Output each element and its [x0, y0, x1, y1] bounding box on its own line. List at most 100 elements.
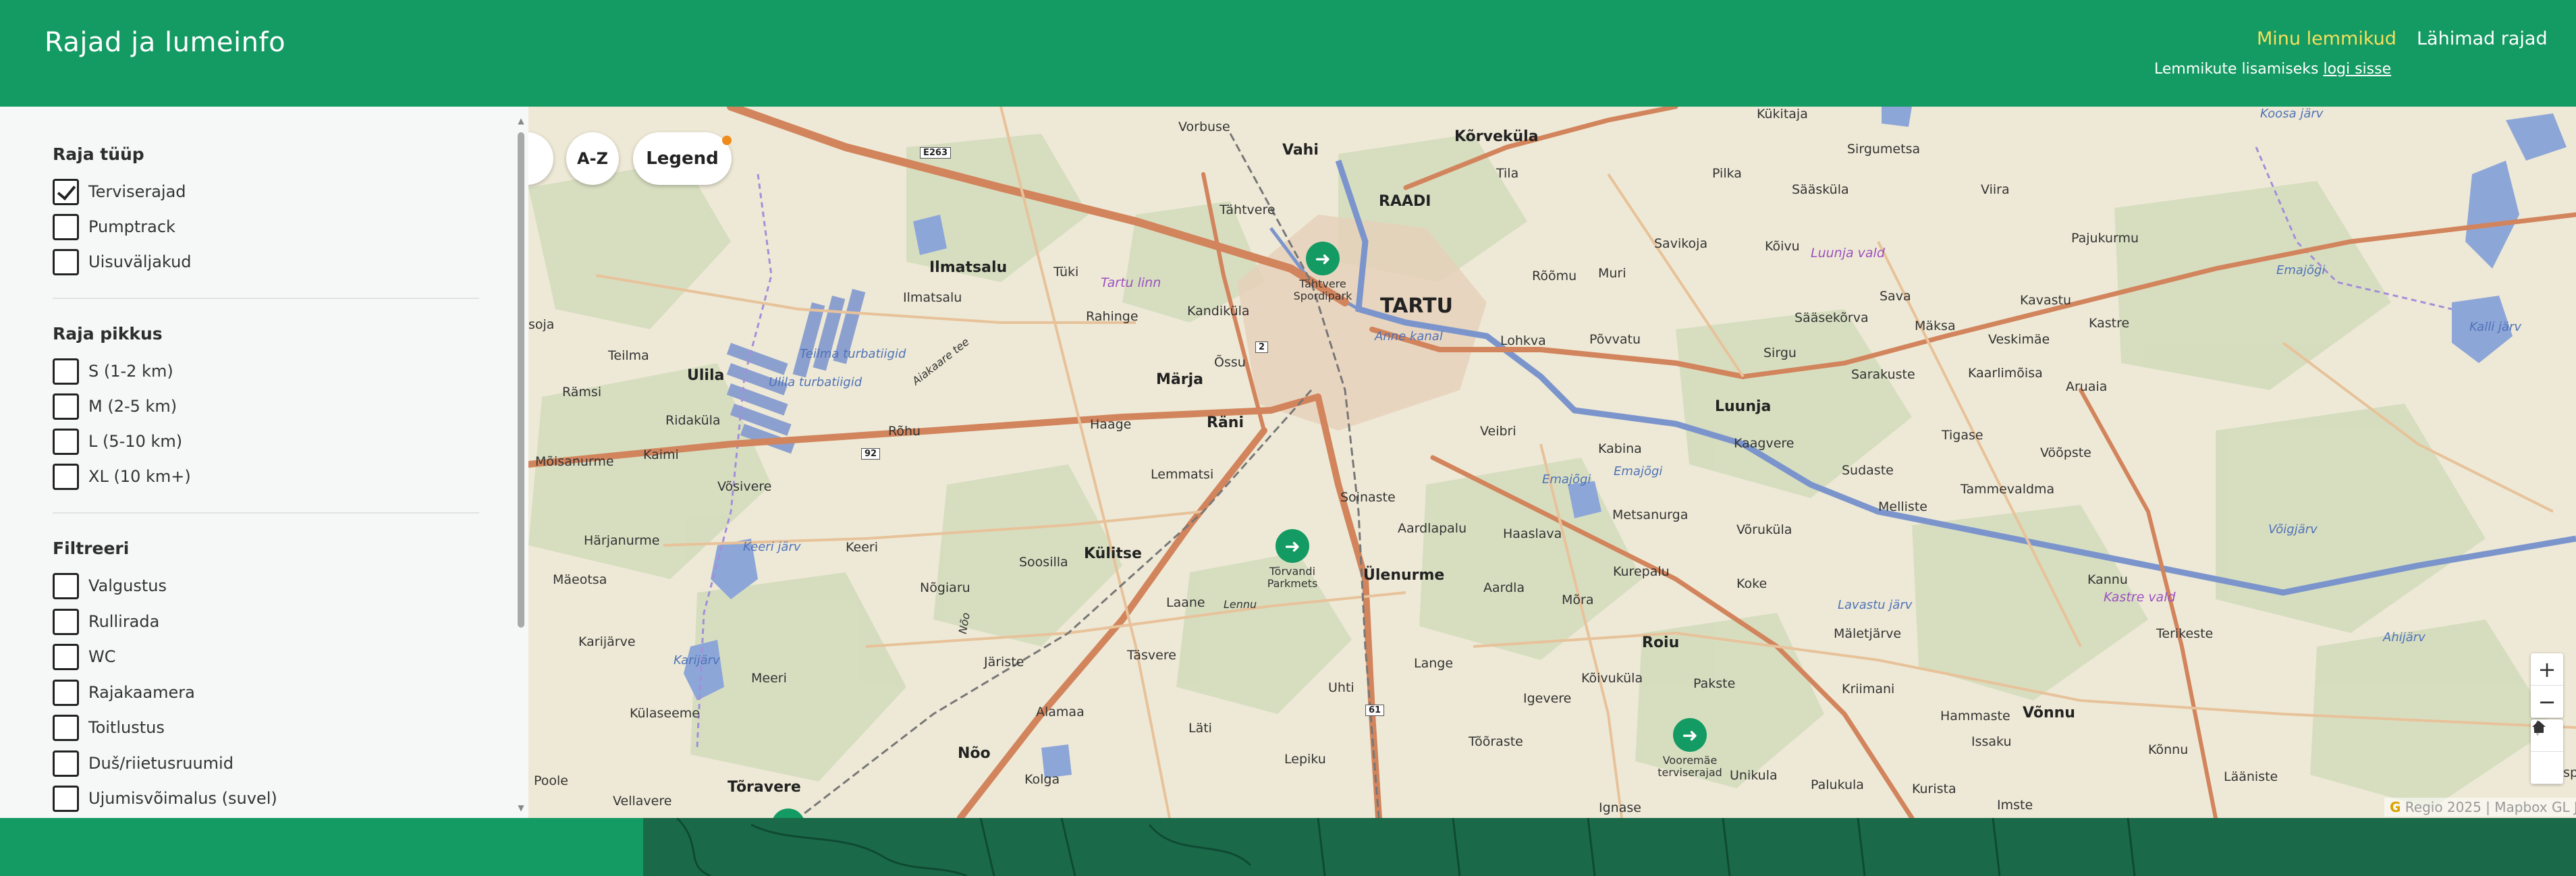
site-title[interactable]: Rajad ja lumeinfo	[45, 27, 285, 58]
checkbox[interactable]	[53, 750, 79, 777]
map-label-metsanurga: Metsanurga	[1612, 508, 1689, 522]
map-label-sarakuste: Sarakuste	[1851, 367, 1915, 382]
filter-option-wc[interactable]: WC	[53, 643, 116, 670]
scroll-up-arrow-icon[interactable]: ▲	[516, 116, 526, 126]
trail-marker-torvandi[interactable]: ➜	[1276, 529, 1309, 563]
checkbox[interactable]	[53, 248, 79, 275]
filter-option-label: Duš/riietusruumid	[88, 754, 234, 773]
road-shield-92: 92	[861, 448, 881, 460]
map-label-hammaste: Hammaste	[1940, 709, 2010, 723]
map-label-ulenurme: Ülenurme	[1363, 567, 1445, 584]
map-label-aardla: Aardla	[1483, 580, 1525, 595]
checkbox[interactable]	[53, 679, 79, 706]
filter-option-length-m[interactable]: M (2-5 km)	[53, 393, 177, 420]
map-label-kurepalu: Kurepalu	[1613, 564, 1670, 579]
map-label-karijarve: Karijärve	[578, 634, 636, 649]
nav-my-favorites[interactable]: Minu lemmikud	[2257, 28, 2396, 49]
nav-nearby-trails[interactable]: Lähimad rajad	[2417, 28, 2548, 49]
map-label-aruaia: Aruaia	[2066, 379, 2108, 394]
map-label-teilma: Teilma	[608, 348, 649, 363]
map-label-rani: Räni	[1207, 414, 1244, 431]
map-label-ramsi: Rämsi	[562, 385, 602, 400]
road-shield-2: 2	[1255, 341, 1269, 353]
regio-logo-icon: G	[2390, 799, 2401, 815]
map-label-imste: Imste	[1997, 798, 2033, 813]
filter-sidebar-content: Raja tüüp Terviserajad Pumptrack Uisuväl…	[53, 107, 479, 818]
map-label-kulaseeme: Külaseeme	[630, 706, 700, 721]
map-label-kabina: Kabina	[1598, 441, 1642, 456]
map-label-kurista: Kurista	[1912, 782, 1956, 796]
checkbox[interactable]	[53, 608, 79, 635]
map-label-toravere: Tõravere	[728, 779, 801, 796]
map-label-veskimae: Veskimäe	[1988, 332, 2050, 347]
bottom-map-preview	[643, 818, 2576, 876]
checkbox-checked[interactable]	[53, 178, 79, 205]
map-label-koosa-jarv: Koosa järv	[2260, 107, 2324, 121]
map-label-tila: Tila	[1496, 166, 1519, 181]
map-label-vosivere: Võsivere	[717, 479, 772, 494]
map-label-tigase: Tigase	[1942, 428, 1983, 443]
map-label-melliste: Melliste	[1878, 499, 1927, 514]
map-label-laaniste: Lääniste	[2224, 769, 2278, 784]
map-label-kastre-vald: Kastre vald	[2104, 590, 2176, 605]
filter-option-valgustus[interactable]: Valgustus	[53, 572, 167, 599]
checkbox[interactable]	[53, 393, 79, 420]
filter-option-length-s[interactable]: S (1-2 km)	[53, 358, 173, 385]
checkbox[interactable]	[53, 213, 79, 240]
map-label-ossu: Õssu	[1214, 355, 1246, 370]
map-label-kalli-jarv: Kalli järv	[2469, 320, 2522, 334]
legend-button[interactable]: Legend	[633, 132, 732, 185]
home-button[interactable]	[2531, 721, 2563, 784]
checkbox[interactable]	[53, 572, 79, 599]
zoom-in-button[interactable]: +	[2531, 653, 2563, 686]
road-shield-e263: E263	[920, 147, 952, 159]
scroll-down-arrow-icon[interactable]: ▼	[516, 803, 526, 813]
filter-option-rullirada[interactable]: Rullirada	[53, 608, 159, 635]
checkbox[interactable]	[53, 463, 79, 490]
map-label-haaslava: Haaslava	[1503, 526, 1562, 541]
map-label-korvekula: Kõrveküla	[1454, 128, 1539, 145]
sidebar-scrollbar[interactable]: ▲ ▼	[516, 116, 526, 818]
map-label-poole: Poole	[534, 773, 568, 788]
checkbox[interactable]	[53, 428, 79, 455]
login-link[interactable]: logi sisse	[2323, 61, 2391, 78]
map-label-tahtvere: Tähtvere	[1220, 202, 1276, 217]
filter-sidebar: Raja tüüp Terviserajad Pumptrack Uisuväl…	[0, 107, 528, 818]
filter-option-toitlustus[interactable]: Toitlustus	[53, 714, 165, 741]
trail-marker-vooremae[interactable]: ➜	[1673, 718, 1707, 752]
site-header: Rajad ja lumeinfo Minu lemmikud Lähimad …	[0, 0, 2576, 107]
map-label-soosilla: Soosilla	[1019, 555, 1068, 570]
attribution-text[interactable]: Regio 2025 | Mapbox GL JS	[2405, 799, 2576, 815]
map-label-emajogi-1: Emajõgi	[1542, 472, 1591, 487]
checkbox[interactable]	[53, 714, 79, 741]
filter-option-ujumisvoimalus[interactable]: Ujumisvõimalus (suvel)	[53, 785, 277, 812]
map-label-luunja: Luunja	[1715, 398, 1772, 415]
filter-option-terviserajad[interactable]: Terviserajad	[53, 178, 186, 205]
map-label-ignase: Ignase	[1599, 800, 1641, 815]
map-label-haage: Haage	[1090, 417, 1132, 432]
map-label-nogiaru: Nõgiaru	[920, 580, 970, 595]
map-label-maeotsa: Mäeotsa	[553, 572, 607, 587]
map-label-noo: Nõo	[958, 745, 991, 762]
map-label-harjanurme: Härjanurme	[584, 533, 660, 548]
map-label-kaagvere: Kaagvere	[1734, 436, 1794, 451]
scrollbar-thumb[interactable]	[518, 132, 524, 628]
zoom-controls: + −	[2531, 653, 2563, 718]
checkbox[interactable]	[53, 643, 79, 670]
filter-option-dush-riietusruumid[interactable]: Duš/riietusruumid	[53, 750, 234, 777]
filter-option-length-xl[interactable]: XL (10 km+)	[53, 463, 191, 490]
sort-az-button[interactable]: A-Z	[566, 132, 619, 185]
map-label-issaku: Issaku	[1971, 734, 2012, 749]
map-label-lennu: Lennu	[1224, 598, 1257, 611]
checkbox[interactable]	[53, 785, 79, 812]
filter-option-uisuvaljakud[interactable]: Uisuväljakud	[53, 248, 192, 275]
map-label-igevere: Igevere	[1523, 691, 1572, 706]
map-canvas[interactable]: TARTU RAADI Tartu linn Ilmatsalu Ilmatsa…	[528, 107, 2576, 818]
filter-option-length-l[interactable]: L (5-10 km)	[53, 428, 182, 455]
trail-marker-tahtvere[interactable]: ➜	[1306, 242, 1340, 275]
zoom-out-button[interactable]: −	[2531, 686, 2563, 718]
filter-option-pumptrack[interactable]: Pumptrack	[53, 213, 175, 240]
filter-option-label: Pumptrack	[88, 217, 175, 236]
checkbox[interactable]	[53, 358, 79, 385]
filter-option-rajakaamera[interactable]: Rajakaamera	[53, 679, 195, 706]
